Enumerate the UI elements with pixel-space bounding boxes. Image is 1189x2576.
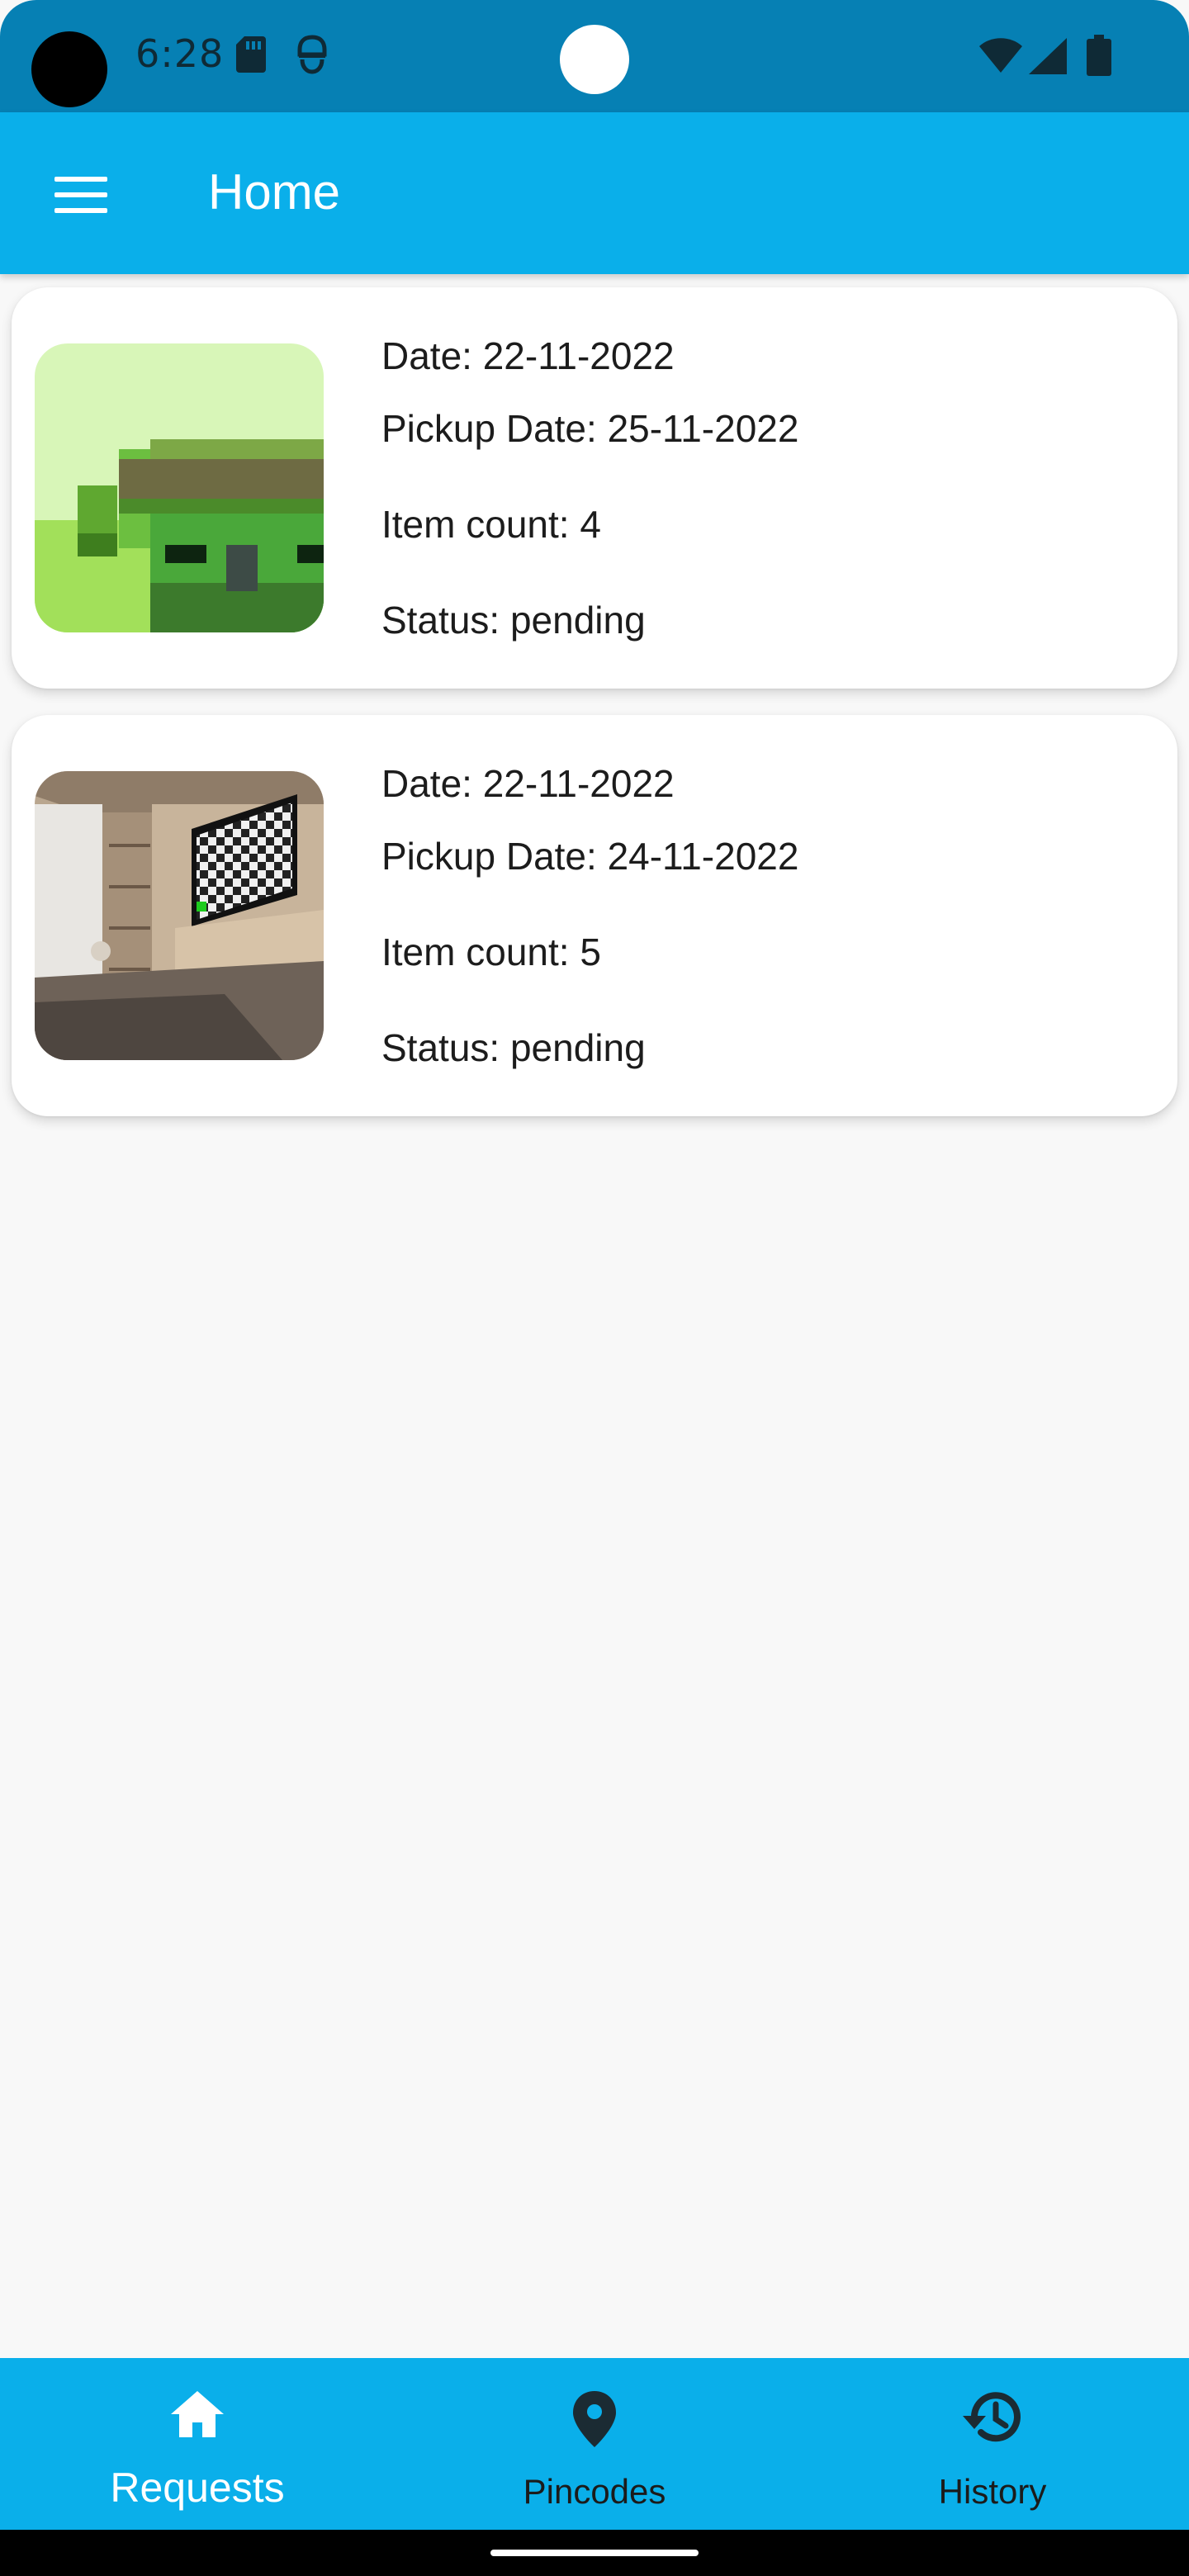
camera-cutout: [31, 31, 107, 107]
sd-card-icon: [236, 36, 266, 73]
nav-label-pincodes: Pincodes: [523, 2472, 666, 2511]
request-date: Date: 22-11-2022: [381, 762, 675, 805]
nav-label-history: History: [938, 2472, 1047, 2511]
status-time: 6:28: [135, 31, 225, 76]
menu-icon[interactable]: [54, 177, 107, 213]
location-pin-icon: [573, 2391, 616, 2447]
status-bar: 6:28: [0, 0, 1189, 112]
gesture-handle[interactable]: [490, 2550, 699, 2556]
wifi-icon: [979, 38, 1022, 73]
pickup-date: Pickup Date: 24-11-2022: [381, 835, 799, 878]
home-icon: [171, 2391, 224, 2437]
living-room-tv-image: [35, 771, 324, 1060]
request-status: Status: pending: [381, 599, 646, 642]
gesture-navigation-area: [0, 2530, 1189, 2576]
request-card[interactable]: Date: 22-11-2022 Pickup Date: 24-11-2022…: [12, 715, 1177, 1116]
history-icon: [963, 2392, 1021, 2442]
nav-label-requests: Requests: [110, 2465, 285, 2511]
item-count: Item count: 4: [381, 503, 601, 546]
page-title: Home: [208, 164, 341, 220]
request-date: Date: 22-11-2022: [381, 334, 675, 377]
request-status: Status: pending: [381, 1026, 646, 1069]
battery-icon: [1087, 35, 1111, 76]
nav-tab-requests[interactable]: Requests: [0, 2358, 395, 2530]
app-bar: Home: [0, 112, 1189, 274]
item-count: Item count: 5: [381, 930, 601, 973]
green-pixel-house-image: [35, 343, 324, 632]
signal-icon: [1029, 38, 1067, 74]
pickup-date: Pickup Date: 25-11-2022: [381, 407, 799, 450]
status-center-indicator: [560, 25, 629, 94]
nav-tab-history[interactable]: History: [794, 2358, 1189, 2530]
nav-tab-pincodes[interactable]: Pincodes: [396, 2358, 793, 2530]
request-card[interactable]: Date: 22-11-2022 Pickup Date: 25-11-2022…: [12, 287, 1177, 689]
bottom-navigation: Requests Pincodes History: [0, 2358, 1189, 2530]
vpn-icon: [297, 35, 327, 74]
